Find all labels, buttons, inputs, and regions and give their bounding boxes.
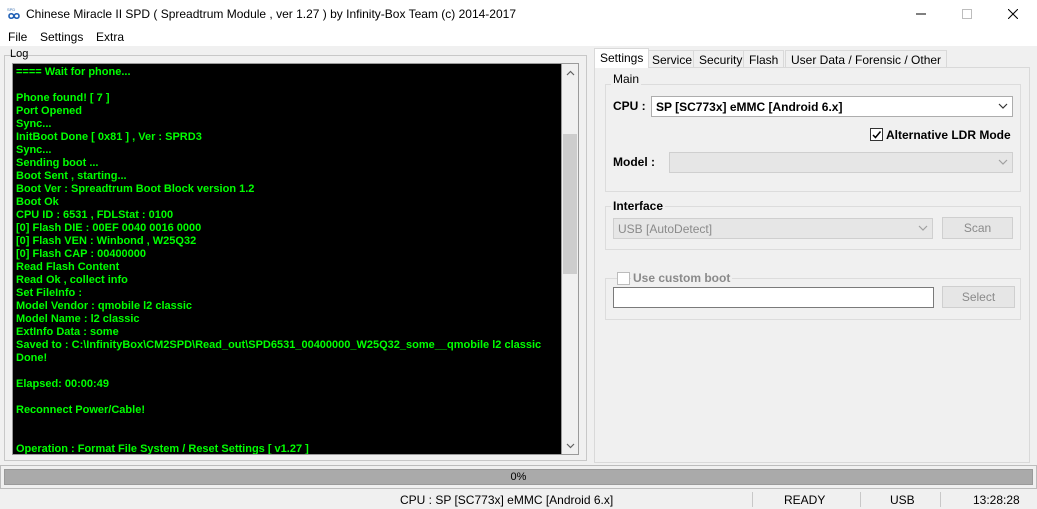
log-line: ExtInfo Data : some — [16, 326, 119, 338]
log-line: Phone found! [ 7 ] — [16, 92, 110, 104]
log-line: Read Ok , collect info — [16, 274, 128, 286]
status-cpu: CPU : SP [SC773x] eMMC [Android 6.x] — [400, 492, 614, 507]
scrollbar-thumb[interactable] — [563, 134, 577, 274]
log-line: Port Opened — [16, 105, 83, 117]
tab-service[interactable]: Service — [646, 50, 699, 68]
log-line: Sending boot ... — [16, 157, 99, 169]
title-bar: SPD Chinese Miracle II SPD ( Spreadtrum … — [0, 0, 1037, 28]
progress-bar: 0% — [0, 465, 1037, 489]
log-line: Sync... — [16, 118, 52, 130]
window-title: Chinese Miracle II SPD ( Spreadtrum Modu… — [26, 7, 516, 21]
tab-flash[interactable]: Flash — [743, 50, 785, 68]
log-line: Boot Ok — [16, 196, 59, 208]
progress-text: 0% — [510, 471, 527, 483]
log-line: Boot Sent , starting... — [16, 170, 127, 182]
custom-boot-checkbox[interactable] — [617, 272, 630, 285]
log-line: Reconnect Power/Cable! — [16, 404, 145, 416]
menu-settings[interactable]: Settings — [40, 30, 83, 44]
infinity-logo-icon: SPD — [6, 6, 22, 22]
log-line: Sync... — [16, 144, 52, 156]
scroll-down-icon[interactable] — [562, 437, 578, 454]
log-line: Operation : Format File System / Reset S… — [16, 443, 309, 455]
log-line: Elapsed: 00:00:49 — [16, 378, 109, 390]
tab-security[interactable]: Security — [693, 50, 749, 68]
settings-panel: Main CPU : SP [SC773x] eMMC [Android 6.x… — [594, 67, 1030, 463]
status-bar: CPU : SP [SC773x] eMMC [Android 6.x] REA… — [0, 490, 1037, 509]
cpu-select-value: SP [SC773x] eMMC [Android 6.x] — [656, 100, 843, 114]
chevron-down-icon — [998, 156, 1008, 170]
custom-boot-path-input[interactable] — [613, 287, 934, 308]
scan-button[interactable]: Scan — [942, 217, 1013, 239]
status-divider — [752, 492, 753, 507]
log-line: ==== Wait for phone... — [16, 66, 131, 78]
log-line: Model Name : l2 classic — [16, 313, 140, 325]
log-line: Read Flash Content — [16, 261, 120, 273]
model-label: Model : — [613, 155, 655, 169]
log-lines: ==== Wait for phone... Phone found! [ 7 ]… — [16, 66, 561, 455]
log-scrollbar[interactable] — [562, 63, 579, 455]
log-line: Done! — [16, 352, 48, 364]
maximize-icon[interactable] — [944, 0, 990, 28]
log-line: Saved to : C:\InfinityBox\CM2SPD\Read_ou… — [16, 339, 542, 351]
log-label: Log — [10, 48, 29, 60]
log-line: InitBoot Done [ 0x81 ] , Ver : SPRD3 — [16, 131, 202, 143]
chevron-down-icon — [918, 222, 928, 236]
model-select[interactable] — [669, 152, 1013, 173]
tab-user-data[interactable]: User Data / Forensic / Other — [785, 50, 948, 68]
minimize-icon[interactable] — [898, 0, 944, 28]
alt-ldr-checkbox[interactable] — [870, 128, 883, 141]
status-time: 13:28:28 — [973, 492, 1020, 507]
cpu-select[interactable]: SP [SC773x] eMMC [Android 6.x] — [651, 96, 1013, 117]
chevron-down-icon — [998, 100, 1008, 114]
log-line: Model Vendor : qmobile l2 classic — [16, 300, 193, 312]
log-line: Set FileInfo : — [16, 287, 82, 299]
status-divider — [860, 492, 861, 507]
select-button[interactable]: Select — [942, 286, 1015, 308]
log-line: [0] Flash DIE : 00EF 0040 0016 0000 — [16, 222, 202, 234]
log-line: Boot Ver : Spreadtrum Boot Block version… — [16, 183, 255, 195]
menu-extra[interactable]: Extra — [96, 30, 124, 44]
status-divider — [940, 492, 941, 507]
cpu-label: CPU : — [613, 99, 646, 113]
menu-file[interactable]: File — [8, 30, 27, 44]
status-state: READY — [784, 492, 826, 507]
log-line: [0] Flash CAP : 00400000 — [16, 248, 147, 260]
alt-ldr-label: Alternative LDR Mode — [886, 128, 1011, 142]
svg-text:SPD: SPD — [7, 7, 15, 12]
log-console[interactable]: ==== Wait for phone... Phone found! [ 7 ]… — [12, 63, 562, 455]
scroll-up-icon[interactable] — [562, 64, 578, 81]
log-line: [0] Flash VEN : Winbond , W25Q32 — [16, 235, 197, 247]
interface-group-title: Interface — [611, 199, 666, 213]
log-line: CPU ID : 6531 , FDLStat : 0100 — [16, 209, 174, 221]
status-connection: USB — [890, 492, 915, 507]
custom-boot-label: Use custom boot — [631, 271, 733, 285]
close-icon[interactable] — [990, 0, 1036, 28]
main-group-title: Main — [611, 72, 642, 86]
tab-settings[interactable]: Settings — [594, 48, 650, 68]
interface-select[interactable]: USB [AutoDetect] — [613, 218, 933, 239]
menu-bar: File Settings Extra — [0, 28, 1037, 46]
interface-select-value: USB [AutoDetect] — [618, 222, 713, 236]
